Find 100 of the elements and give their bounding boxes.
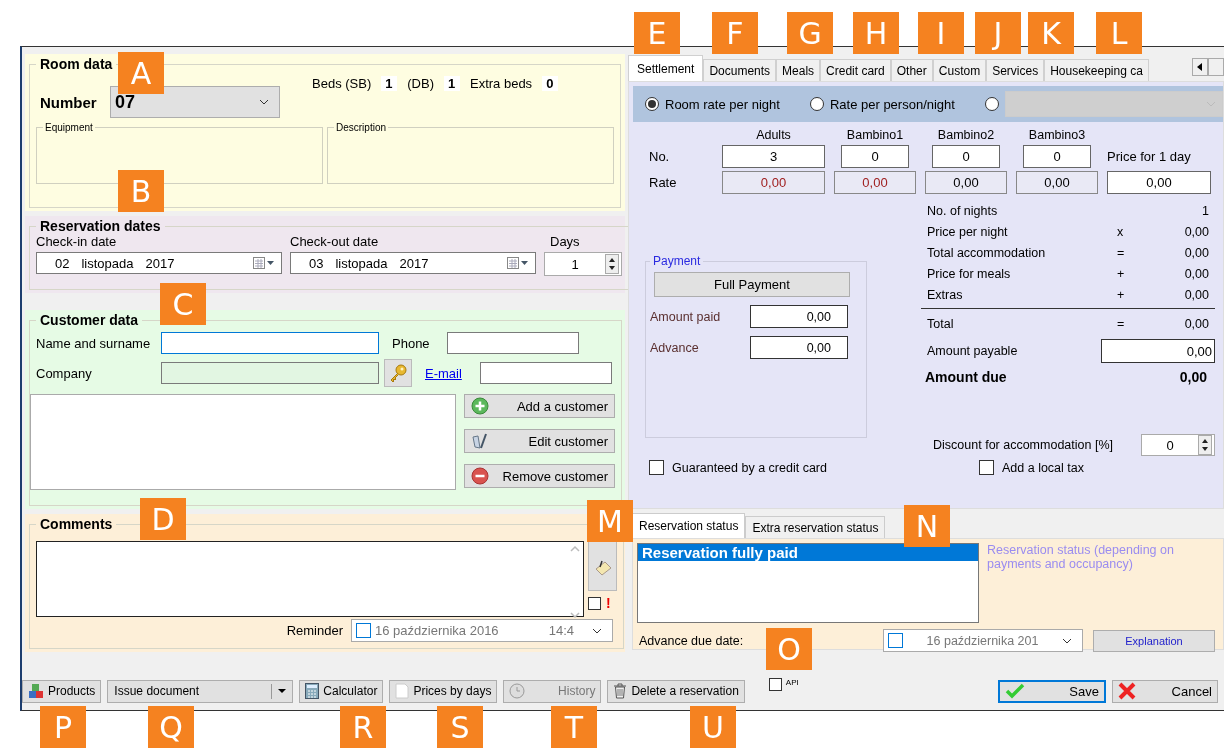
tab[interactable]: Housekeeping ca xyxy=(1044,59,1149,81)
count-field[interactable]: 0 xyxy=(932,145,1000,168)
api-checkbox[interactable]: API xyxy=(768,678,799,691)
callout-label: T xyxy=(551,706,597,748)
full-payment-button[interactable]: Full Payment xyxy=(654,272,850,297)
scroll-left-button[interactable] xyxy=(1192,58,1208,76)
callout-label: G xyxy=(787,12,833,54)
calendar-icon xyxy=(253,257,275,269)
advance-field[interactable]: 0,00 xyxy=(750,336,848,359)
row-label: Rate xyxy=(649,175,678,190)
edit-customer-button[interactable]: Edit customer xyxy=(464,429,615,453)
checkbox[interactable] xyxy=(588,596,601,610)
callout-label: O xyxy=(766,628,812,670)
callout-label: J xyxy=(975,12,1021,54)
callout-label: L xyxy=(1096,12,1142,54)
radio-option[interactable]: Rate per person/night xyxy=(809,96,955,112)
beds-value: 1 xyxy=(443,76,460,91)
discount-spinner[interactable]: 0 xyxy=(1141,434,1215,456)
callout-label: Q xyxy=(148,706,194,748)
reminder-date-picker[interactable]: 16 października 2016 14:4 xyxy=(351,619,613,642)
callout-label: I xyxy=(918,12,964,54)
calculator-button[interactable]: Calculator xyxy=(299,679,384,703)
list-item[interactable]: Reservation fully paid xyxy=(638,544,978,561)
email-field[interactable] xyxy=(480,362,612,384)
clock-icon xyxy=(509,683,526,699)
comments-field[interactable] xyxy=(36,541,584,617)
room-number-dropdown[interactable]: 07 xyxy=(110,86,280,118)
document-icon xyxy=(395,683,410,699)
issue-document-dropdown[interactable]: Issue document xyxy=(107,679,294,703)
field-label: Advance xyxy=(650,340,699,355)
tab[interactable]: Reservation status xyxy=(632,513,746,538)
count-field[interactable]: 3 xyxy=(722,145,825,168)
column-label: Adults xyxy=(755,128,792,142)
summary-label: No. of nights xyxy=(926,203,999,218)
tab[interactable]: Extra reservation status xyxy=(745,516,886,538)
amount-payable-field[interactable]: 0,00 xyxy=(1101,339,1215,363)
count-field[interactable]: 0 xyxy=(841,145,909,168)
callout-label: U xyxy=(690,706,736,748)
boxes-icon xyxy=(28,683,44,699)
callout-label: M xyxy=(587,500,633,542)
column-label: Bambino3 xyxy=(1027,128,1087,142)
tab[interactable]: Settlement xyxy=(628,55,704,81)
summary-value: 0,00 xyxy=(1183,224,1210,239)
radio-option[interactable] xyxy=(984,97,999,111)
name-field[interactable] xyxy=(161,332,379,354)
explanation-button[interactable]: Explanation xyxy=(1093,629,1215,652)
summary-label: Amount payable xyxy=(927,344,1018,358)
local-tax-checkbox[interactable]: Add a local tax xyxy=(979,460,1084,475)
calendar-icon xyxy=(507,257,529,269)
callout-label: N xyxy=(904,505,950,547)
callout-label: D xyxy=(140,498,186,540)
phone-field[interactable] xyxy=(447,332,579,354)
tab[interactable]: Other xyxy=(890,59,933,81)
callout-label: E xyxy=(634,12,680,54)
remove-customer-button[interactable]: Remove customer xyxy=(464,464,615,488)
days-spinner[interactable]: 1 xyxy=(544,252,622,276)
key-icon xyxy=(388,363,408,383)
beds-label: Beds (SB) xyxy=(312,76,372,91)
company-field[interactable] xyxy=(161,362,379,384)
tab[interactable]: Services xyxy=(986,59,1045,81)
cancel-button[interactable]: Cancel xyxy=(1112,679,1218,703)
date-picker[interactable]: 03 listopada 2017 xyxy=(290,252,536,274)
pen-icon xyxy=(471,432,489,450)
callout-label: S xyxy=(437,706,483,748)
spinner-arrows-icon xyxy=(1198,435,1212,455)
section-title: Customer data xyxy=(39,312,140,328)
tab[interactable]: Meals xyxy=(776,59,821,81)
field-label: Check-out date xyxy=(290,234,380,249)
trash-icon xyxy=(613,683,628,699)
guaranteed-checkbox[interactable]: Guaranteed by a credit card xyxy=(649,460,979,475)
rate-field: 0,00 xyxy=(925,171,1007,194)
field-label: Name and surname xyxy=(36,335,152,351)
number-label: Number xyxy=(40,93,98,111)
radio-option[interactable]: Room rate per night xyxy=(645,96,780,112)
save-button[interactable]: Save xyxy=(998,679,1106,703)
count-field[interactable]: 0 xyxy=(1023,145,1091,168)
callout-label: C xyxy=(160,283,206,325)
price-label: Price for 1 day xyxy=(1107,149,1192,166)
operator-sign: x xyxy=(1117,224,1124,239)
prices-by-days-button[interactable]: Prices by days xyxy=(389,679,498,703)
summary-label: Price for meals xyxy=(926,266,1012,281)
amount-paid-field[interactable]: 0,00 xyxy=(750,305,848,328)
products-button[interactable]: Products xyxy=(22,679,102,703)
key-button[interactable] xyxy=(384,359,412,387)
close-icon xyxy=(1118,682,1136,700)
tab[interactable]: Documents xyxy=(703,59,777,81)
callout-label: H xyxy=(853,12,899,54)
tab[interactable]: Credit card xyxy=(820,59,891,81)
rate-field: 0,00 xyxy=(722,171,825,194)
advance-due-date-picker[interactable]: 16 października 201 xyxy=(883,629,1083,652)
beds-value: 0 xyxy=(542,76,559,91)
chevron-icon xyxy=(1062,637,1072,644)
price-field[interactable]: 0,00 xyxy=(1107,171,1211,194)
operator-sign: + xyxy=(1117,287,1125,302)
email-link[interactable]: E-mail xyxy=(425,365,480,381)
delete-reservation-button[interactable]: Delete a reservation xyxy=(607,679,745,703)
date-picker[interactable]: 02 listopada 2017 xyxy=(36,252,282,274)
customer-list[interactable] xyxy=(30,394,456,490)
add-customer-button[interactable]: Add a customer xyxy=(464,394,615,418)
tab[interactable]: Custom xyxy=(932,59,987,81)
